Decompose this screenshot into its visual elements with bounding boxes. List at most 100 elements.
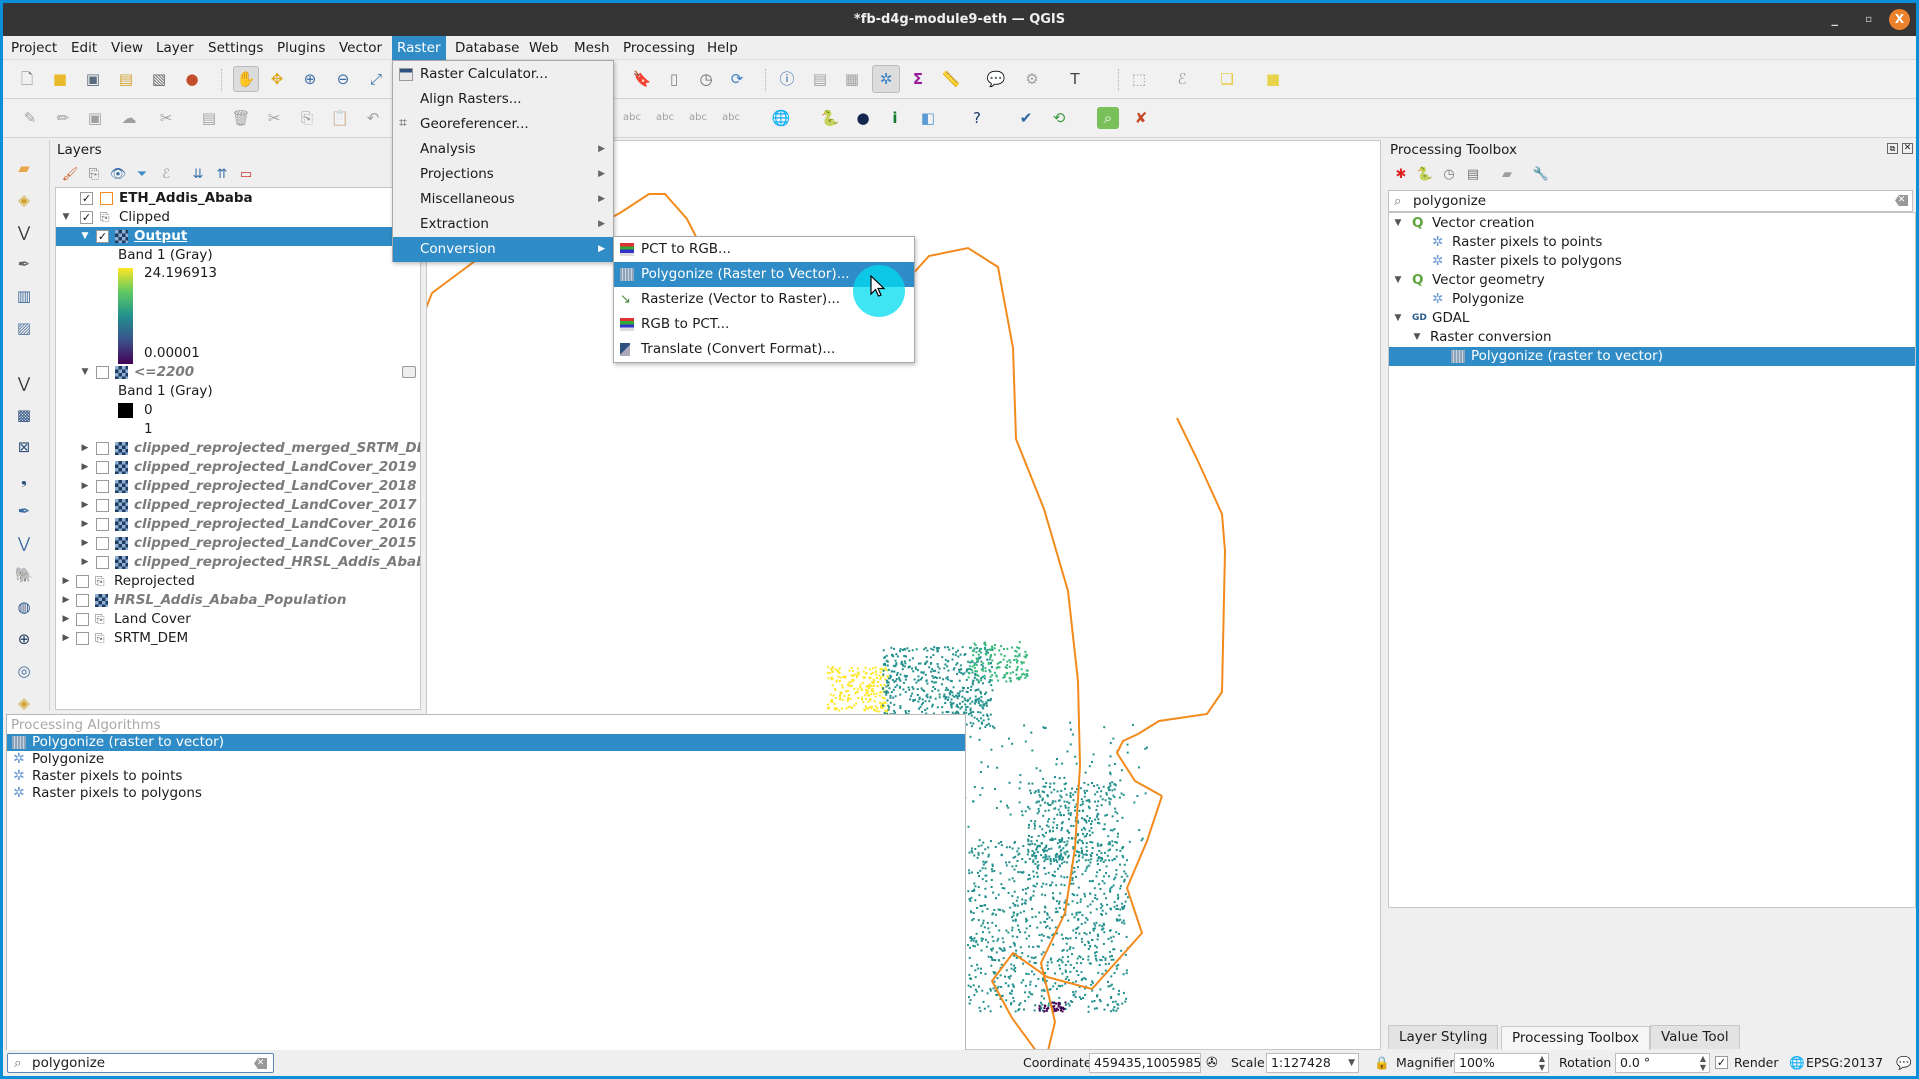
text-annotation-icon[interactable]: T (1064, 68, 1086, 90)
layer-row[interactable]: ▶ clipped_reprojected_LandCover_2017 (56, 496, 420, 515)
options-icon[interactable]: 🔧 (1530, 164, 1552, 186)
new-bookmark-icon[interactable]: 🔖 (631, 68, 653, 90)
result-item[interactable]: ✲ Polygonize (7, 751, 965, 768)
layer-checkbox[interactable] (96, 499, 109, 512)
toolbox-search-input[interactable]: ⌕ polygonize ✕ (1388, 190, 1913, 212)
layer-row[interactable]: ▶ clipped_reprojected_LandCover_2015 (56, 534, 420, 553)
attribute-table-icon[interactable]: ▤ (809, 68, 831, 90)
tab-layer-styling[interactable]: Layer Styling (1388, 1025, 1499, 1049)
menu-item-conversion[interactable]: Conversion ▶ (393, 237, 613, 262)
menu-edit[interactable]: Edit (66, 36, 102, 60)
layer-row[interactable]: ▶ clipped_reprojected_LandCover_2016 (56, 515, 420, 534)
layer-checkbox[interactable] (76, 613, 89, 626)
layer-group-row[interactable]: ▶ ⎘ Land Cover (56, 610, 420, 629)
layer-row[interactable]: ▶ clipped_reprojected_LandCover_2019 (56, 458, 420, 477)
map-tips-icon[interactable]: 💬 (985, 68, 1007, 90)
spin-arrows-icon[interactable]: ▲ ▼ (1539, 1054, 1545, 1072)
select-by-location-icon[interactable]: ■ (1262, 68, 1284, 90)
new-virtual-layer-icon[interactable]: ▥ (13, 285, 35, 307)
dropdown-arrow-icon[interactable]: ▼ (1348, 1054, 1355, 1072)
menu-help[interactable]: Help (702, 36, 743, 60)
menu-item-raster-calculator[interactable]: Raster Calculator... (393, 62, 613, 87)
lock-scale-icon[interactable]: 🔒 (1374, 1050, 1390, 1076)
zoom-out-icon[interactable]: ⊖ (332, 68, 354, 90)
menu-item-rgb-to-pct[interactable]: RGB to PCT... (614, 312, 914, 337)
layer-row[interactable]: ▶ HRSL_Addis_Ababa_Population (56, 591, 420, 610)
toolbox-group[interactable]: ▼ GD GDAL (1389, 309, 1915, 328)
collapse-arrow-icon[interactable]: ▼ (1412, 328, 1422, 347)
toolbox-algorithm[interactable]: ✲ Polygonize (1389, 290, 1915, 309)
expand-arrow-icon[interactable]: ▶ (80, 553, 90, 572)
menu-item-miscellaneous[interactable]: Miscellaneous ▶ (393, 187, 613, 212)
collapse-arrow-icon[interactable]: ▼ (1393, 271, 1403, 290)
layer-checkbox[interactable] (96, 442, 109, 455)
identify-features-icon[interactable]: ⓘ (776, 68, 798, 90)
clear-search-icon[interactable]: ✕ (1895, 195, 1908, 206)
save-edits-icon[interactable]: ▣ (84, 107, 106, 129)
map-swipe-icon[interactable]: ◧ (917, 107, 939, 129)
toggle-editing-icon[interactable]: ✏ (52, 107, 74, 129)
add-feature-icon[interactable]: ☁ (118, 107, 140, 129)
menu-plugins[interactable]: Plugins (272, 36, 330, 60)
layer-checkbox[interactable] (96, 366, 109, 379)
add-mesh-layer-icon[interactable]: ⊠ (13, 436, 35, 458)
menu-raster[interactable]: Raster (392, 36, 446, 60)
paste-features-icon[interactable]: 📋 (329, 107, 351, 129)
menu-item-projections[interactable]: Projections ▶ (393, 162, 613, 187)
layer-checkbox[interactable]: ✓ (80, 211, 93, 224)
collapse-arrow-icon[interactable]: ▼ (80, 363, 90, 382)
layer-checkbox[interactable] (96, 556, 109, 569)
add-delimited-text-icon[interactable]: ❟ (13, 468, 35, 490)
layer-group-row[interactable]: ▼ ✓ ⎘ Clipped (56, 208, 420, 227)
expand-arrow-icon[interactable]: ▶ (80, 439, 90, 458)
new-geopackage-icon[interactable]: ◈ (13, 189, 35, 211)
new-temporary-layer-icon[interactable]: ✒ (13, 253, 35, 275)
layer-checkbox[interactable] (76, 594, 89, 607)
modify-attributes-icon[interactable]: ▤ (198, 107, 220, 129)
pin-labels-icon[interactable]: abc (654, 107, 676, 129)
zoom-full-icon[interactable]: ⤢ (365, 68, 387, 90)
clear-search-icon[interactable]: ✕ (254, 1058, 267, 1069)
expand-arrow-icon[interactable]: ▶ (61, 629, 71, 648)
add-raster-layer-icon[interactable]: ▩ (13, 404, 35, 426)
layer-row[interactable]: ▶ clipped_reprojected_HRSL_Addis_Abab (56, 553, 420, 572)
close-button[interactable]: X (1889, 9, 1910, 30)
add-wcs-icon[interactable]: ◎ (13, 660, 35, 682)
topology-checker-icon[interactable]: ✔ (1015, 107, 1037, 129)
collapse-arrow-icon[interactable]: ▼ (1393, 309, 1403, 328)
layer-row[interactable]: ✓ ETH_Addis_Ababa (56, 189, 420, 208)
help-icon[interactable]: ? (966, 107, 988, 129)
add-spatialite-layer-icon[interactable]: ⋁ (13, 532, 35, 554)
tab-value-tool[interactable]: Value Tool (1650, 1025, 1740, 1049)
result-item[interactable]: ✲ Raster pixels to points (7, 768, 965, 785)
expand-arrow-icon[interactable]: ▶ (80, 496, 90, 515)
vertex-tool-icon[interactable]: ✂ (155, 107, 177, 129)
save-project-icon[interactable]: ▣ (82, 68, 104, 90)
refresh-icon[interactable]: ⟳ (726, 68, 748, 90)
map-edit-plugin-icon[interactable]: ✘ (1130, 107, 1152, 129)
result-item-selected[interactable]: Polygonize (raster to vector) (7, 734, 965, 751)
layer-checkbox[interactable]: ✓ (96, 230, 109, 243)
field-calculator-icon[interactable]: ▦ (841, 68, 863, 90)
edit-features-in-place-icon[interactable]: ▰ (1496, 164, 1518, 186)
label-toolbar-icon[interactable]: abc (621, 107, 643, 129)
expand-arrow-icon[interactable]: ▶ (61, 572, 71, 591)
toolbox-algorithm-selected[interactable]: Polygonize (raster to vector) (1389, 347, 1915, 366)
run-feature-action-icon[interactable]: ⚙ (1021, 68, 1043, 90)
expand-arrow-icon[interactable]: ▶ (80, 534, 90, 553)
locator-search-input[interactable]: ⌕ polygonize ✕ (7, 1053, 274, 1073)
menu-item-pct-to-rgb[interactable]: PCT to RGB... (614, 237, 914, 262)
coordinate-field[interactable]: 459435,1005985 (1089, 1053, 1201, 1073)
manage-themes-icon[interactable]: 👁 (107, 164, 129, 186)
menu-item-georeferencer[interactable]: ⌗ Georeferencer... (393, 112, 613, 137)
toggle-extents-icon[interactable]: ✇ (1206, 1050, 1218, 1076)
menu-view[interactable]: View (106, 36, 148, 60)
collapse-arrow-icon[interactable]: ▼ (61, 208, 71, 227)
style-manager-icon[interactable]: ● (181, 68, 203, 90)
results-viewer-icon[interactable]: ▤ (1462, 164, 1484, 186)
history-icon[interactable]: ◷ (1438, 164, 1460, 186)
toolbox-group[interactable]: ▼ Q Vector creation (1389, 214, 1915, 233)
menu-project[interactable]: Project (6, 36, 62, 60)
layer-row[interactable]: ▶ clipped_reprojected_LandCover_2018 (56, 477, 420, 496)
expand-arrow-icon[interactable]: ▶ (80, 477, 90, 496)
